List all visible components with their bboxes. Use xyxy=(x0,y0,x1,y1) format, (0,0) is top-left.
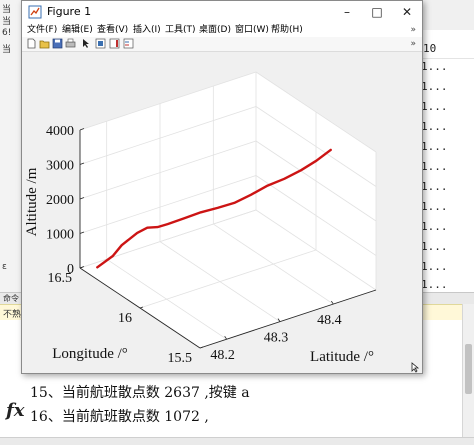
command-window-scrollbar[interactable] xyxy=(462,304,474,438)
editor-line: ε xyxy=(2,262,7,272)
menu-help[interactable]: 帮助(H) xyxy=(271,23,303,37)
figure-titlebar[interactable]: Figure 1 – □ ✕ xyxy=(22,1,422,23)
function-prompt-icon[interactable]: fx xyxy=(6,400,24,421)
x-tick-label: 15.5 xyxy=(168,351,193,366)
figure-canvas[interactable]: 0 1000 2000 3000 4000 16.5 16 15.5 48.2 48.3 48.4 … xyxy=(22,52,422,373)
z-tick-label: 4000 xyxy=(46,124,74,139)
insert-legend-icon[interactable] xyxy=(123,38,134,49)
workspace-cell[interactable]: 1... xyxy=(421,220,448,233)
toolbar-overflow-icon[interactable]: » xyxy=(410,37,416,51)
y-tick-label: 48.4 xyxy=(317,313,342,328)
figure-toolbar: » xyxy=(22,37,422,52)
workspace-panel[interactable]: 10 1... 1... 1... 1... 1... 1... 1... 1.… xyxy=(414,30,474,292)
y-axis-label: Latitude /° xyxy=(310,349,374,365)
workspace-cell[interactable]: 1... xyxy=(421,278,448,291)
workspace-cell[interactable]: 1... xyxy=(421,120,448,133)
scrollbar-thumb[interactable] xyxy=(465,344,472,394)
menu-view[interactable]: 查看(V) xyxy=(97,23,128,37)
workspace-cell[interactable]: 1... xyxy=(421,240,448,253)
x-tick-label: 16.5 xyxy=(48,271,73,286)
z-tick-label: 3000 xyxy=(46,159,74,174)
workspace-column-header: 10 xyxy=(423,42,437,55)
workspace-cell[interactable]: 1... xyxy=(421,160,448,173)
x-axis-label: Longitude /° xyxy=(52,346,128,362)
workspace-cell[interactable]: 1... xyxy=(421,200,448,213)
save-icon[interactable] xyxy=(52,38,63,49)
command-output-line: 16、当前航班散点数 1072 , xyxy=(30,409,209,425)
figure-menubar: 文件(F) 编辑(E) 查看(V) 插入(I) 工具(T) 桌面(D) 窗口(W… xyxy=(22,23,422,37)
menu-tools[interactable]: 工具(T) xyxy=(165,23,196,37)
minimize-button[interactable]: – xyxy=(332,1,362,23)
workspace-cell[interactable]: 1... xyxy=(421,100,448,113)
figure-title: Figure 1 xyxy=(47,5,92,18)
workspace-cell[interactable]: 1... xyxy=(421,80,448,93)
command-output-line: 15、当前航班散点数 2637 ,按键 a xyxy=(30,385,250,401)
workspace-cell[interactable]: 1... xyxy=(421,180,448,193)
menu-insert[interactable]: 插入(I) xyxy=(133,23,161,37)
edit-plot-arrow-icon[interactable] xyxy=(80,38,91,49)
menu-overflow-icon[interactable]: » xyxy=(410,23,416,37)
z-tick-label: 2000 xyxy=(46,193,74,208)
matlab-figure-icon xyxy=(28,5,42,19)
menu-window[interactable]: 窗口(W) xyxy=(235,23,269,37)
resize-cursor-icon xyxy=(411,362,420,373)
plot-3d-axes[interactable]: 0100020003000400016.51615.5 48.248.348.4 … xyxy=(22,52,422,373)
z-axis-label: Altitude /m xyxy=(24,167,40,236)
workspace-cell[interactable]: 1... xyxy=(421,140,448,153)
figure-window[interactable]: Figure 1 – □ ✕ 文件(F) 编辑(E) 查看(V) 插入(I) 工… xyxy=(21,0,423,374)
link-plot-icon[interactable] xyxy=(95,38,106,49)
editor-line: 当 xyxy=(2,45,12,55)
y-tick-label: 48.2 xyxy=(210,348,235,363)
open-file-icon[interactable] xyxy=(39,38,50,49)
workspace-cell[interactable]: 1... xyxy=(421,60,448,73)
maximize-button[interactable]: □ xyxy=(362,1,392,23)
menu-file[interactable]: 文件(F) xyxy=(27,23,57,37)
menu-edit[interactable]: 编辑(E) xyxy=(62,23,93,37)
editor-line: 当 xyxy=(2,17,12,27)
menu-desktop[interactable]: 桌面(D) xyxy=(199,23,231,37)
notice-text: 不熟 xyxy=(3,310,22,320)
insert-colorbar-icon[interactable] xyxy=(109,38,120,49)
print-icon[interactable] xyxy=(65,38,76,49)
close-button[interactable]: ✕ xyxy=(392,1,422,23)
x-tick-label: 16 xyxy=(118,311,132,326)
command-window-title: 命令 xyxy=(3,294,19,303)
y-tick-label: 48.3 xyxy=(264,331,289,346)
workspace-cell[interactable]: 1... xyxy=(421,260,448,273)
z-tick-label: 1000 xyxy=(46,228,74,243)
editor-line: 6! xyxy=(2,28,12,38)
new-figure-icon[interactable] xyxy=(26,38,37,49)
